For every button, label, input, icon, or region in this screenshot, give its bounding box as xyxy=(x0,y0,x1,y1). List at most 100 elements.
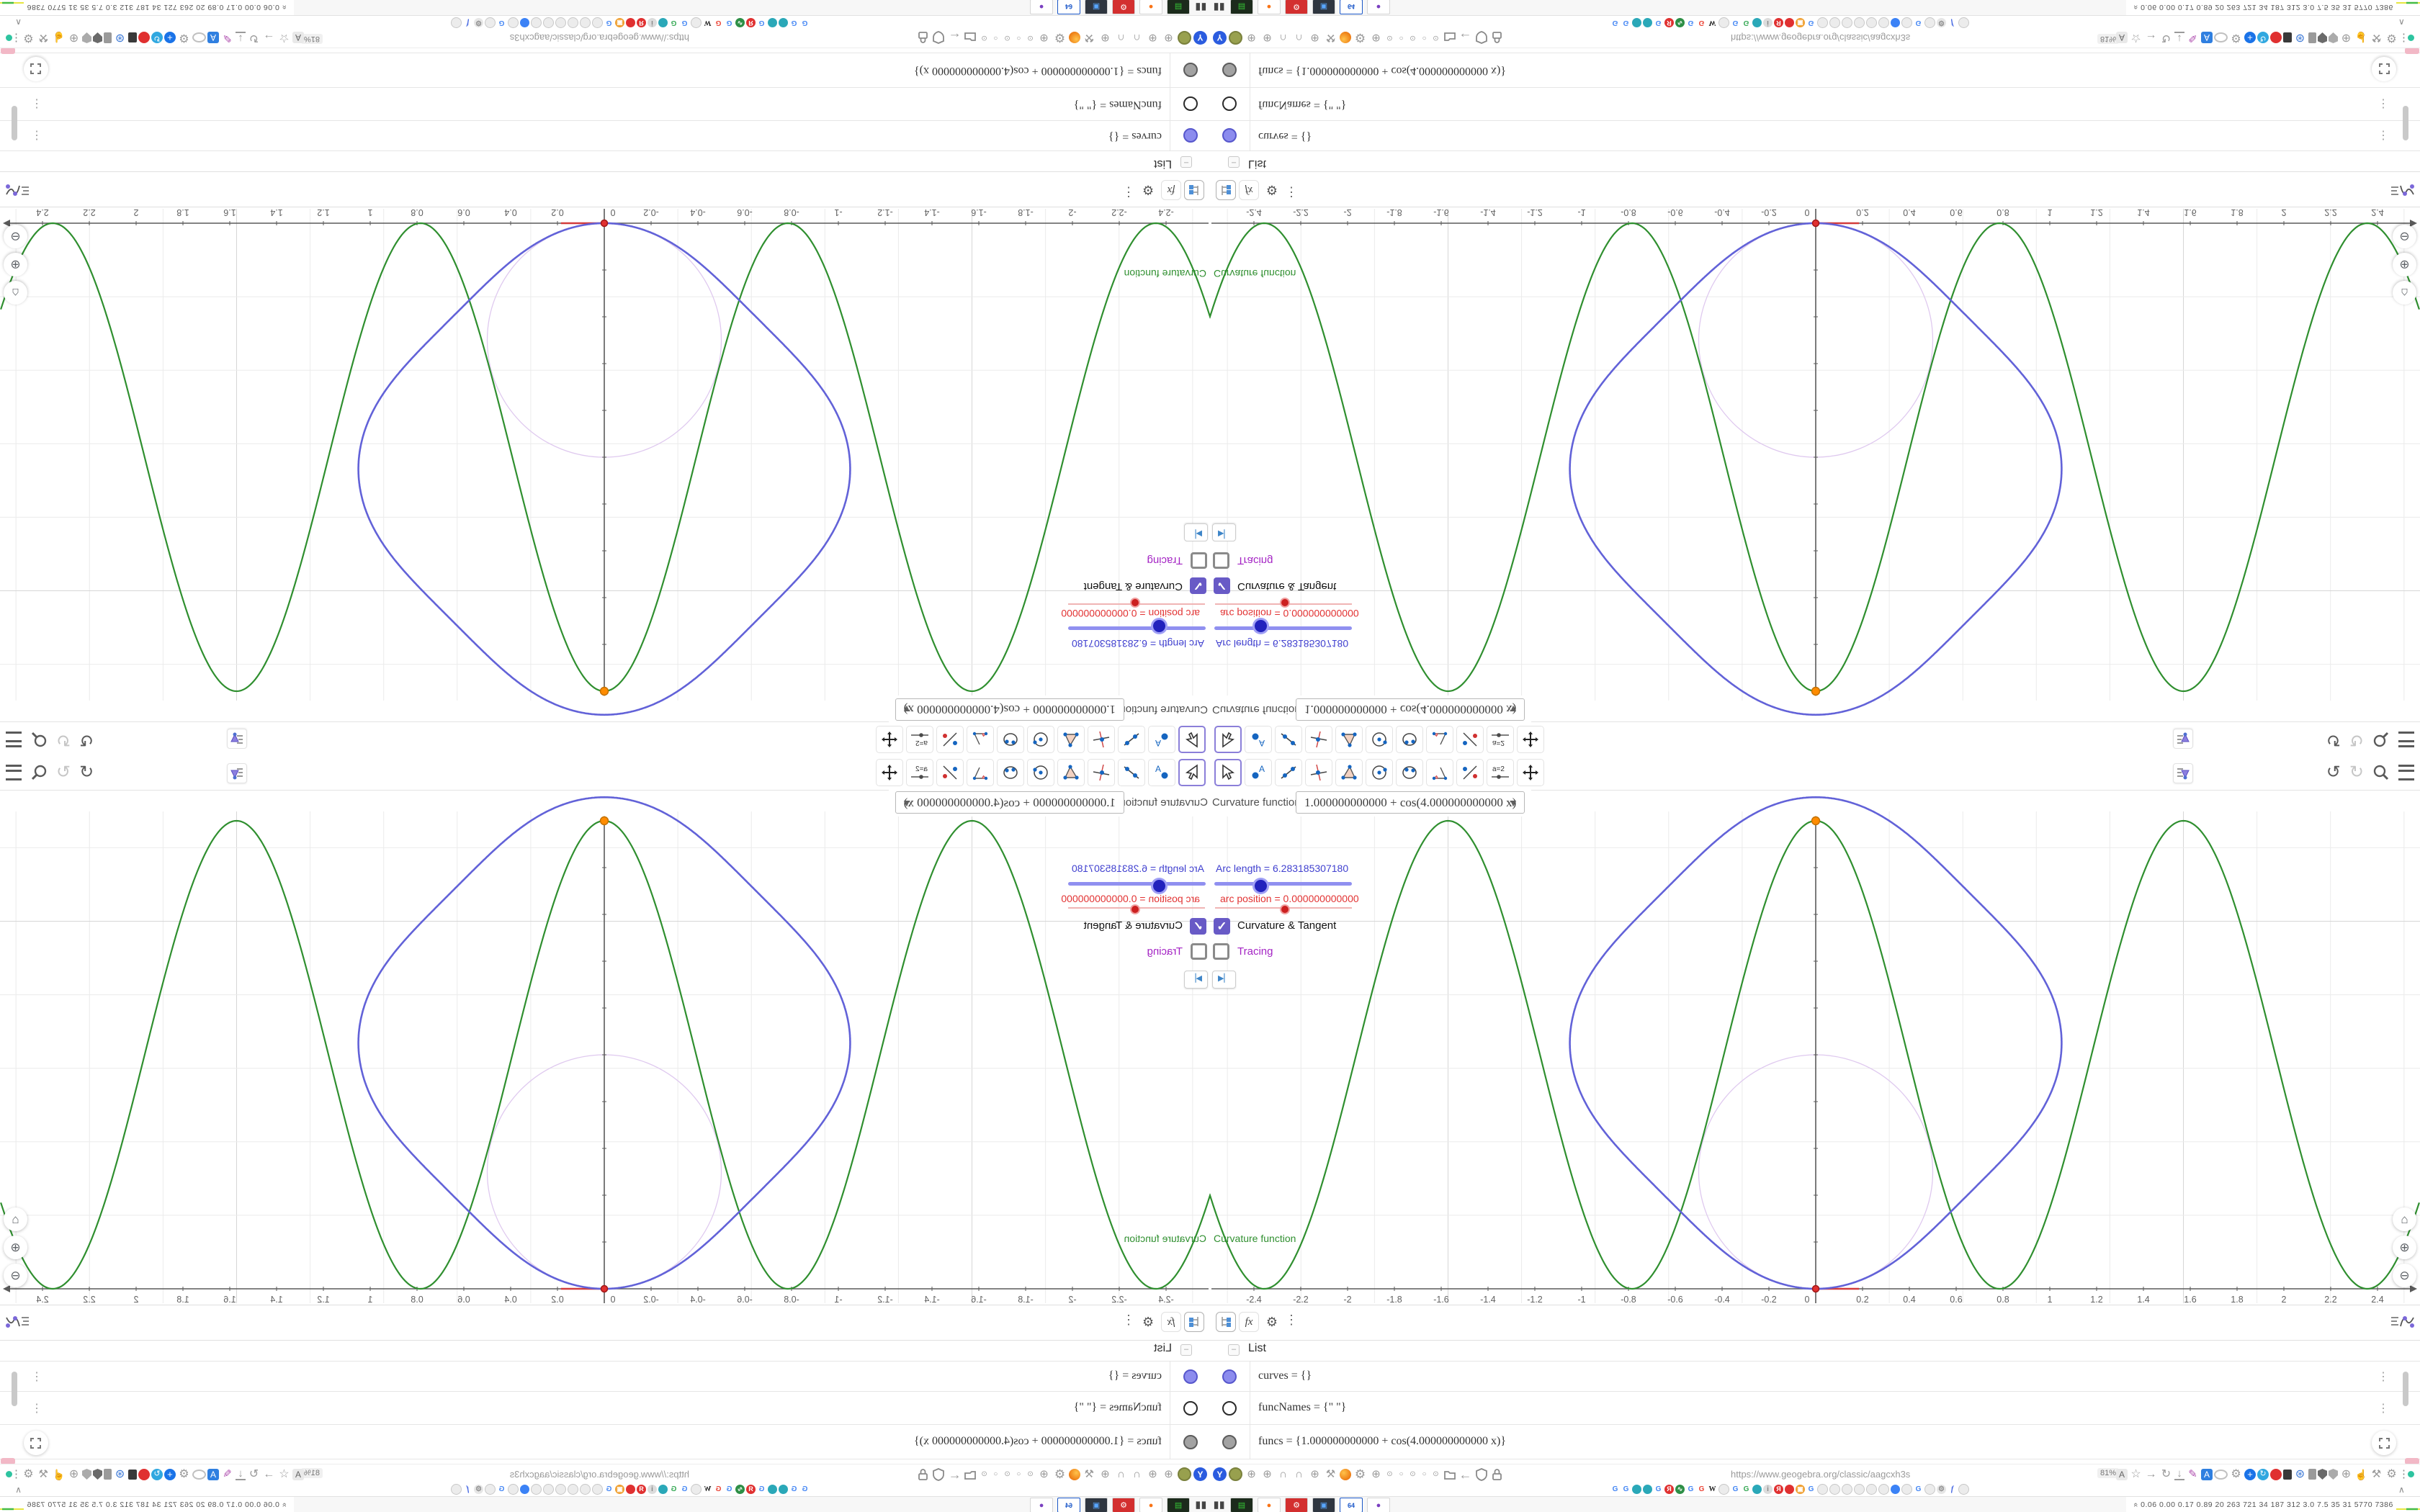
curvature-tangent-checkbox[interactable]: ✓ xyxy=(1190,577,1206,594)
shield-icon[interactable] xyxy=(932,31,946,45)
slider-tool[interactable]: a=2 xyxy=(906,759,933,786)
terminal-app-icon[interactable]: ▤ xyxy=(1230,0,1253,14)
zoom-level-badge[interactable]: 81% xyxy=(300,34,323,44)
circle-icon[interactable]: ○ xyxy=(991,1467,1000,1481)
translate-blue-icon[interactable]: A xyxy=(207,1468,219,1480)
star-icon[interactable]: ☆ xyxy=(2129,1467,2143,1481)
favicon[interactable]: G xyxy=(1697,18,1706,27)
arc-position-slider-knob[interactable] xyxy=(1130,904,1140,914)
globe-color-icon[interactable]: ⊛ xyxy=(113,31,127,45)
translate-icon[interactable]: A xyxy=(292,1468,304,1480)
dot-icon[interactable]: ⊙ xyxy=(980,31,989,45)
zoom-out-button[interactable]: ⊖ xyxy=(2393,1264,2416,1287)
tools-app-icon[interactable]: ⚙ xyxy=(1112,1498,1135,1512)
favicon[interactable]: Я xyxy=(746,1485,756,1494)
plus-circle-icon[interactable]: + xyxy=(2244,1468,2256,1480)
shield-icon[interactable] xyxy=(1474,31,1488,45)
row-kebab-icon[interactable]: ⋮ xyxy=(31,128,42,143)
perpendicular-line-tool[interactable] xyxy=(1305,759,1332,786)
olive-extension-icon[interactable] xyxy=(1229,1467,1242,1481)
conic-tool[interactable] xyxy=(997,726,1024,753)
funcs-swatch[interactable] xyxy=(1222,1434,1237,1449)
favicon[interactable]: G xyxy=(1731,18,1740,27)
wrench-extension-icon[interactable]: ⚒ xyxy=(1324,31,1337,45)
star-icon[interactable]: ☆ xyxy=(2129,31,2143,45)
collapse-list-button[interactable]: – xyxy=(1180,156,1192,168)
favicon[interactable]: G xyxy=(1806,18,1816,27)
algebra-row-funcs[interactable]: funcs = {1.000000000000 + cos(4.00000000… xyxy=(1210,53,2420,88)
point-tool[interactable]: A xyxy=(1148,726,1175,753)
globe-extension-icon[interactable]: ⊕ xyxy=(1369,31,1383,45)
firefox-app-icon[interactable]: ● xyxy=(1258,1498,1281,1512)
forward-arrow-icon[interactable]: → xyxy=(262,1467,276,1481)
angle-tool[interactable] xyxy=(1426,726,1453,753)
scrollbar-thumb[interactable] xyxy=(2403,1372,2408,1406)
headset-extension-icon[interactable]: ∩ xyxy=(1130,31,1144,45)
globe-extension-icon[interactable]: ⊕ xyxy=(1245,1467,1258,1481)
skip-next-button[interactable]: ▶▏ xyxy=(1184,523,1208,541)
gear-outline-icon[interactable]: ⚙ xyxy=(2385,31,2398,45)
yandex-pin-icon[interactable]: Y xyxy=(1213,31,1227,45)
lock-icon[interactable] xyxy=(916,1467,930,1481)
menu-icon[interactable] xyxy=(2398,732,2414,747)
function-view-button[interactable]: fx xyxy=(1239,180,1259,200)
wrench-extension-icon[interactable]: ⚒ xyxy=(1083,31,1096,45)
globe-extension-icon[interactable]: ⊕ xyxy=(1146,31,1160,45)
collapse-caret-icon[interactable]: ∧ xyxy=(15,17,22,27)
cat-app-icon[interactable]: ● xyxy=(1367,0,1390,14)
url-text[interactable]: https://www.geogebra.org/classic/aagcxh3… xyxy=(1731,1469,1910,1480)
circle-icon[interactable]: ○ xyxy=(1014,31,1023,45)
arc-position-slider-knob[interactable] xyxy=(1130,598,1140,608)
favicon[interactable]: G xyxy=(1610,18,1620,27)
redo-button[interactable]: ↻ xyxy=(2349,730,2364,750)
favicon[interactable]: G xyxy=(604,1485,614,1494)
shield-gray-icon[interactable] xyxy=(82,1469,91,1480)
function-input[interactable]: 1.000000000000 + cos(4.000000000000 x) ▼ xyxy=(1296,698,1525,721)
battery-icon[interactable] xyxy=(2308,1469,2316,1480)
record-red-icon[interactable] xyxy=(138,1468,150,1480)
scrollbar-thumb[interactable] xyxy=(12,1372,17,1406)
favicon[interactable]: Я xyxy=(1664,1485,1674,1494)
function-view-button[interactable]: fx xyxy=(1239,1312,1259,1332)
collapse-list-button[interactable]: – xyxy=(1228,1344,1240,1356)
favicon[interactable] xyxy=(485,1484,496,1495)
back-arrow-icon[interactable]: ← xyxy=(1458,31,1472,45)
algebra-view-button[interactable] xyxy=(1184,1312,1204,1332)
home-button[interactable]: ⌂ xyxy=(4,281,27,305)
cat-app-icon[interactable]: ● xyxy=(1030,1498,1053,1512)
tracing-checkbox[interactable] xyxy=(1191,552,1207,569)
translate-blue-icon[interactable]: A xyxy=(2201,1468,2213,1480)
shield-dark-icon[interactable] xyxy=(93,1469,102,1480)
zoom-out-button[interactable]: ⊖ xyxy=(4,1264,27,1287)
globe-extension-icon[interactable]: ⊕ xyxy=(1308,1467,1322,1481)
globe-extension-icon[interactable]: ⊕ xyxy=(1146,1467,1160,1481)
reload-icon[interactable]: ↻ xyxy=(247,1467,261,1481)
favicon[interactable] xyxy=(568,1484,578,1495)
circle-tool[interactable] xyxy=(1027,759,1054,786)
globe-extension-icon[interactable]: ⊕ xyxy=(1308,31,1322,45)
translate-blue-icon[interactable]: A xyxy=(2201,32,2213,44)
download-icon[interactable]: ↓ xyxy=(236,32,246,45)
favicon[interactable]: G xyxy=(1654,18,1663,27)
favicon[interactable]: Я xyxy=(1664,18,1674,27)
favicon[interactable]: G xyxy=(1914,18,1923,27)
loop-extension-icon[interactable]: ↻ xyxy=(151,1468,163,1480)
globe-extension-icon[interactable]: ⊕ xyxy=(1245,31,1258,45)
favicon[interactable] xyxy=(555,1484,566,1495)
shield-dark-icon[interactable] xyxy=(2318,32,2327,43)
slider-tool[interactable]: a=2 xyxy=(906,726,933,753)
shield-icon[interactable] xyxy=(1474,1467,1488,1481)
globe-color-icon[interactable]: ⊛ xyxy=(113,1467,127,1481)
search-icon[interactable] xyxy=(30,764,48,781)
firefox-app-icon[interactable]: ● xyxy=(1139,1498,1162,1512)
globe-color-icon[interactable]: ⊛ xyxy=(2293,1467,2307,1481)
favicon[interactable]: f xyxy=(463,1485,472,1494)
move-graphics-tool[interactable] xyxy=(876,759,903,786)
gear-outline-icon[interactable]: ⚙ xyxy=(22,1467,35,1481)
favicon[interactable] xyxy=(520,1485,529,1494)
oval-extension-icon[interactable] xyxy=(2214,32,2228,43)
favicon[interactable] xyxy=(1958,17,1969,28)
favicon[interactable]: G xyxy=(680,1485,689,1494)
move-graphics-tool[interactable] xyxy=(876,726,903,753)
favicon[interactable] xyxy=(1901,1484,1912,1495)
